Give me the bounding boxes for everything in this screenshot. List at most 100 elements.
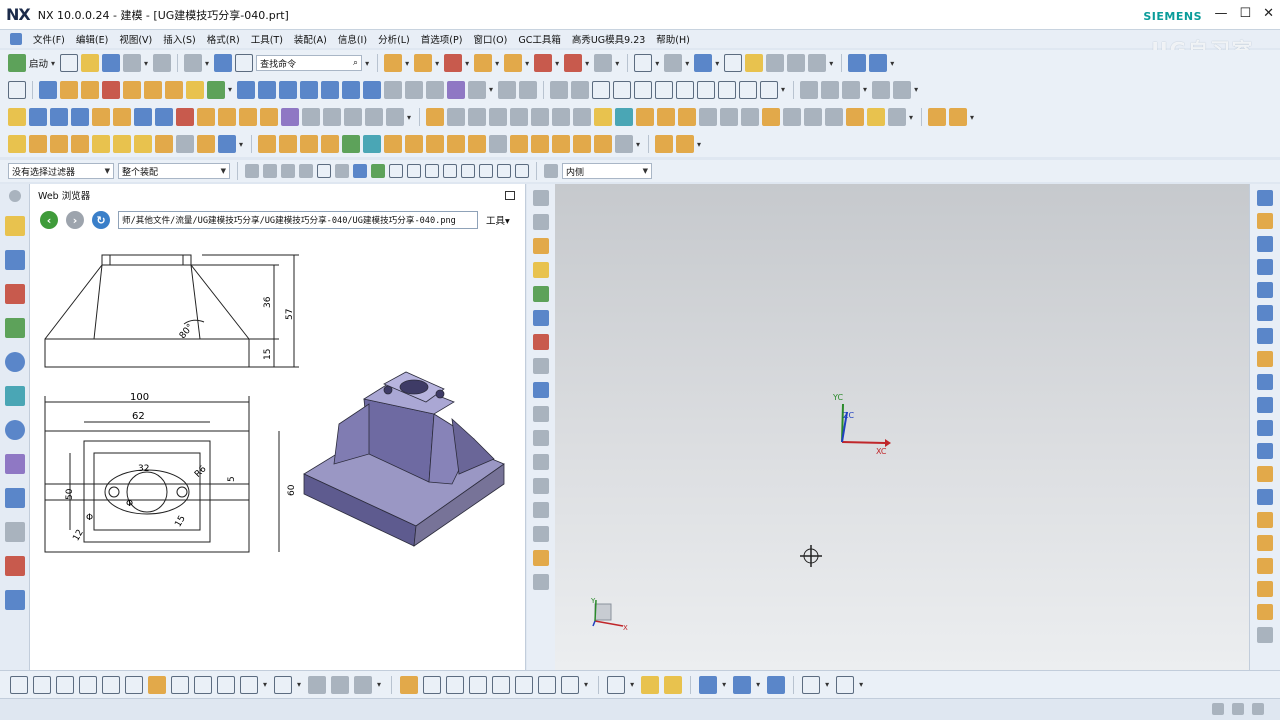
divide-curve-icon[interactable]	[615, 108, 634, 126]
mold-wizard-icon[interactable]	[655, 135, 674, 153]
draft-icon[interactable]	[144, 80, 162, 99]
find-command-input[interactable]: 查找命令 ⌕	[256, 55, 363, 71]
law-curve-icon[interactable]	[274, 675, 293, 694]
text-tool-icon[interactable]	[102, 675, 120, 694]
menu-mold-plugin[interactable]: 高秀UG模具9.23	[572, 32, 645, 46]
menu-analysis[interactable]: 分析(L)	[378, 32, 410, 46]
curve-length-icon[interactable]	[636, 108, 655, 126]
revolve-icon[interactable]	[474, 54, 493, 72]
bend-icon[interactable]	[1257, 282, 1273, 298]
pattern-icon[interactable]	[186, 80, 204, 99]
spline-tool-icon[interactable]	[79, 675, 97, 694]
maximize-panel-button[interactable]	[505, 190, 515, 200]
rectangle-tool-icon[interactable]	[56, 675, 74, 694]
delete-face-sync-icon[interactable]	[176, 108, 194, 126]
flange-tool-icon[interactable]	[1257, 213, 1273, 229]
fillet-curve-icon[interactable]	[515, 675, 534, 694]
unbend-icon[interactable]	[1257, 305, 1273, 321]
snap-quadrant-icon[interactable]	[461, 164, 475, 178]
bridge-icon[interactable]	[1257, 443, 1273, 459]
sheet-metal-prefs-icon[interactable]	[1257, 627, 1273, 643]
curve-rule-icon[interactable]	[281, 164, 295, 178]
measure-distance-icon[interactable]	[867, 108, 886, 126]
profile-icon[interactable]	[571, 80, 590, 99]
select-all-icon[interactable]	[245, 164, 259, 178]
point-on-curve-icon[interactable]	[733, 675, 752, 694]
gear-icon[interactable]	[279, 135, 298, 153]
history-icon[interactable]	[4, 420, 25, 440]
polygon-tool-icon[interactable]	[240, 675, 258, 694]
pull-face-icon[interactable]	[29, 108, 47, 126]
show-hide-icon[interactable]	[949, 108, 968, 126]
channel-icon[interactable]	[405, 135, 424, 153]
boss-icon[interactable]	[534, 54, 553, 72]
bushing-icon[interactable]	[531, 135, 550, 153]
trim-curve-icon[interactable]	[783, 108, 802, 126]
datum-csys-icon[interactable]	[29, 135, 47, 153]
selection-filter-select[interactable]: 没有选择过滤器 ▼	[8, 163, 114, 179]
fillet-sketch-icon[interactable]	[655, 80, 674, 99]
address-bar[interactable]: 师/其他文件/流量/UG建模技巧分享/UG建模技巧分享-040/UG建模技巧分享…	[118, 211, 478, 229]
minimize-button[interactable]: —	[1214, 6, 1227, 21]
angle-steel-icon[interactable]	[426, 135, 445, 153]
clamp-icon[interactable]	[552, 135, 571, 153]
reuse-library-icon[interactable]	[4, 318, 25, 338]
system-scene-icon[interactable]	[4, 590, 25, 610]
lip-icon[interactable]	[258, 135, 277, 153]
start-icon[interactable]	[8, 54, 26, 72]
i-beam-icon[interactable]	[447, 135, 466, 153]
project-tool-icon[interactable]	[308, 675, 327, 694]
replace-face-icon[interactable]	[384, 80, 403, 99]
intersect-icon[interactable]	[258, 80, 277, 99]
snap-curve-icon[interactable]	[425, 164, 439, 178]
offset-curve-icon[interactable]	[760, 80, 779, 99]
f8-icon[interactable]	[533, 550, 549, 566]
arc-tool-icon[interactable]	[33, 675, 51, 694]
groove-icon[interactable]	[113, 135, 131, 153]
beam-icon[interactable]	[384, 135, 403, 153]
line-icon[interactable]	[592, 80, 611, 99]
split-body-icon[interactable]	[300, 80, 319, 99]
move-face-icon[interactable]	[405, 80, 424, 99]
offset-face-icon[interactable]	[321, 80, 340, 99]
background-icon[interactable]	[808, 54, 827, 72]
shaft-icon[interactable]	[510, 135, 529, 153]
face-rule-icon[interactable]	[299, 164, 313, 178]
repeat-command-icon[interactable]	[184, 54, 203, 72]
curve-params-icon[interactable]	[825, 108, 844, 126]
rectangle-icon[interactable]	[697, 80, 716, 99]
trim-body-icon[interactable]	[279, 80, 298, 99]
replace-face-sync-icon[interactable]	[71, 108, 89, 126]
snap-intersection-icon[interactable]	[479, 164, 493, 178]
sketch-tools-icon[interactable]	[550, 80, 569, 99]
feature-select-icon[interactable]	[263, 164, 277, 178]
intersection-curve-icon[interactable]	[447, 108, 466, 126]
chamfer-curve-icon[interactable]	[538, 675, 557, 694]
manufacturing-wizard-icon[interactable]	[4, 522, 25, 542]
thread-icon[interactable]	[155, 135, 173, 153]
hidden-edge-icon[interactable]	[766, 54, 785, 72]
settings-gear-icon[interactable]	[8, 190, 21, 202]
offset-3d-icon[interactable]	[594, 108, 613, 126]
points-icon[interactable]	[533, 502, 549, 518]
body-icon[interactable]	[533, 262, 549, 278]
edge-display-icon[interactable]	[745, 54, 764, 72]
status-icon-3[interactable]	[1252, 703, 1264, 715]
conic-tool-icon[interactable]	[217, 675, 235, 694]
measure-angle-icon[interactable]	[888, 108, 907, 126]
material-icon[interactable]	[533, 334, 549, 350]
rib-icon[interactable]	[197, 135, 215, 153]
cut-face-icon[interactable]	[218, 108, 236, 126]
smooth-spline-icon[interactable]	[657, 108, 676, 126]
make-coplanar-icon[interactable]	[302, 108, 320, 126]
app-menu-icon[interactable]	[10, 33, 22, 45]
make-coaxial-icon[interactable]	[323, 108, 341, 126]
menu-file[interactable]: 文件(F)	[33, 32, 65, 46]
datum-axis-icon[interactable]	[50, 135, 68, 153]
menu-view[interactable]: 视图(V)	[119, 32, 152, 46]
resize-blend-icon[interactable]	[92, 108, 110, 126]
emboss-icon[interactable]	[176, 135, 194, 153]
tools-menu[interactable]: 工具▾	[486, 213, 510, 227]
sketch-icon[interactable]	[8, 80, 26, 99]
tube-icon[interactable]	[92, 135, 110, 153]
